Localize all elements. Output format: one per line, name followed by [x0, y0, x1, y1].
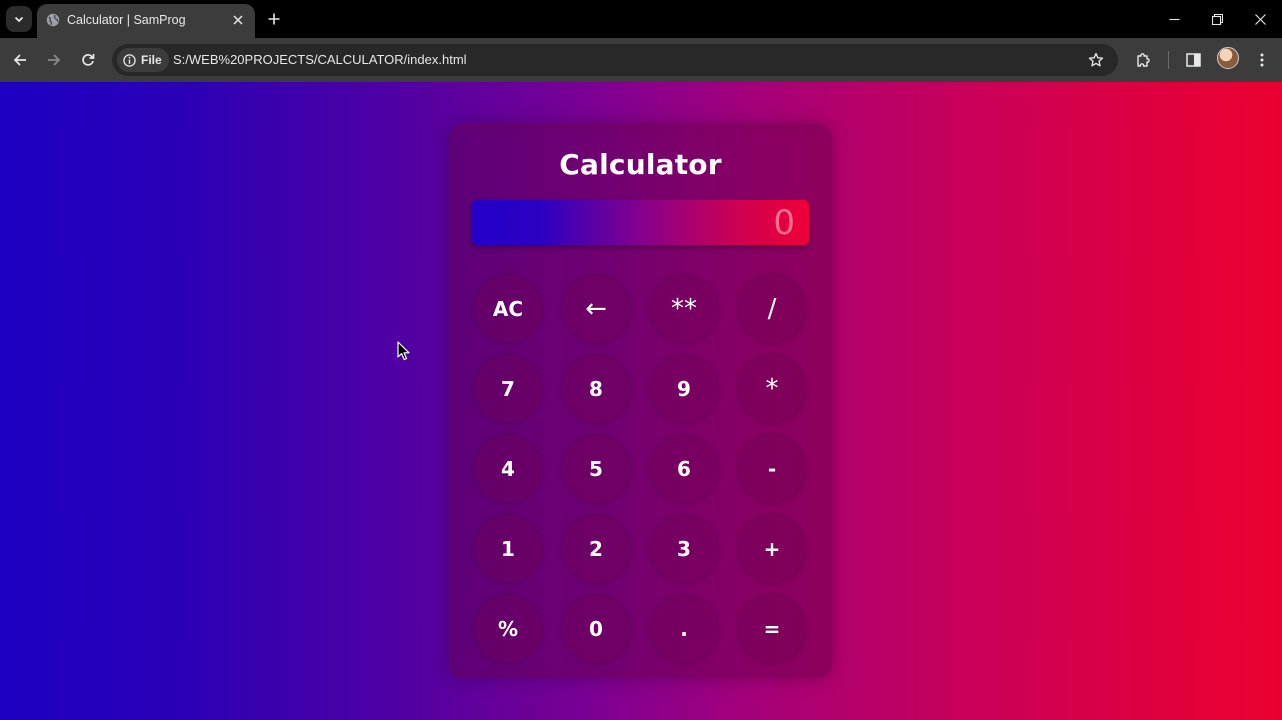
- key-6[interactable]: 6: [651, 436, 717, 502]
- minimize-icon: [1169, 18, 1179, 20]
- more-vert-icon: [1260, 53, 1264, 67]
- key-subtract[interactable]: -: [739, 436, 805, 502]
- key-clear[interactable]: AC: [475, 276, 541, 342]
- calculator-title: Calculator: [559, 148, 722, 181]
- key-8[interactable]: 8: [563, 356, 629, 422]
- forward-button[interactable]: [42, 48, 66, 72]
- tab-search-button[interactable]: [6, 6, 32, 32]
- browser-toolbar: File S:/WEB%20PROJECTS/CALCULATOR/index.…: [0, 38, 1282, 82]
- plus-icon: [268, 13, 280, 25]
- reload-button[interactable]: [76, 48, 100, 72]
- close-icon: [1254, 13, 1266, 25]
- key-5[interactable]: 5: [563, 436, 629, 502]
- key-multiply[interactable]: *: [739, 356, 805, 422]
- address-bar[interactable]: File S:/WEB%20PROJECTS/CALCULATOR/index.…: [112, 44, 1118, 76]
- url-text[interactable]: S:/WEB%20PROJECTS/CALCULATOR/index.html: [173, 52, 467, 67]
- key-1[interactable]: 1: [475, 516, 541, 582]
- browser-menu-button[interactable]: [1250, 48, 1274, 72]
- display-value: 0: [773, 203, 795, 243]
- tab-close-button[interactable]: [229, 11, 247, 29]
- puzzle-icon: [1137, 53, 1150, 67]
- tab-title: Calculator | SamProg: [67, 13, 186, 27]
- page-background: Calculator 0 AC ← ** / 7 8 9 * 4 5 6 - 1…: [0, 82, 1282, 720]
- site-info-chip[interactable]: File: [117, 48, 169, 72]
- close-icon: [233, 15, 243, 25]
- key-backspace[interactable]: ←: [563, 276, 629, 342]
- tab-strip: Calculator | SamProg: [0, 0, 1282, 38]
- active-tab[interactable]: Calculator | SamProg: [37, 4, 255, 38]
- key-equals[interactable]: =: [739, 596, 805, 662]
- side-panel-button[interactable]: [1181, 48, 1205, 72]
- restore-button[interactable]: [1206, 8, 1228, 30]
- mouse-cursor-icon: [397, 341, 410, 361]
- key-4[interactable]: 4: [475, 436, 541, 502]
- key-0[interactable]: 0: [563, 596, 629, 662]
- arrow-right-icon: [48, 54, 61, 66]
- calculator-display: 0: [472, 200, 809, 245]
- calculator-panel: Calculator 0 AC ← ** / 7 8 9 * 4 5 6 - 1…: [449, 124, 832, 678]
- star-icon: [1088, 52, 1104, 67]
- restore-icon: [1211, 13, 1223, 25]
- extensions-button[interactable]: [1132, 48, 1156, 72]
- key-9[interactable]: 9: [651, 356, 717, 422]
- new-tab-button[interactable]: [264, 9, 284, 29]
- minimize-button[interactable]: [1163, 8, 1185, 30]
- bookmark-button[interactable]: [1086, 50, 1106, 70]
- key-divide[interactable]: /: [739, 276, 805, 342]
- back-button[interactable]: [8, 48, 32, 72]
- chevron-down-icon: [14, 16, 24, 23]
- key-2[interactable]: 2: [563, 516, 629, 582]
- globe-icon: [46, 13, 60, 27]
- arrow-left-icon: [13, 54, 26, 66]
- profile-avatar[interactable]: [1217, 47, 1239, 69]
- key-7[interactable]: 7: [475, 356, 541, 422]
- key-3[interactable]: 3: [651, 516, 717, 582]
- reload-icon: [82, 54, 95, 66]
- side-panel-icon: [1185, 53, 1201, 67]
- key-decimal[interactable]: .: [651, 596, 717, 662]
- close-window-button[interactable]: [1249, 8, 1271, 30]
- info-icon: [123, 53, 136, 67]
- key-power[interactable]: **: [651, 276, 717, 342]
- toolbar-divider: [1168, 51, 1169, 69]
- site-chip-label: File: [141, 53, 162, 67]
- key-add[interactable]: +: [739, 516, 805, 582]
- key-percent[interactable]: %: [475, 596, 541, 662]
